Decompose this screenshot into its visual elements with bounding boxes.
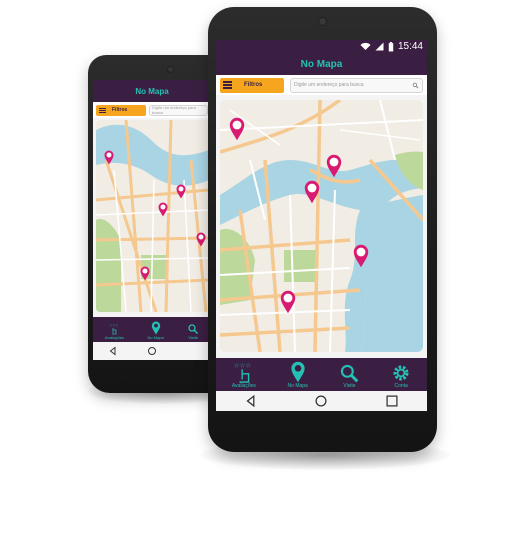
status-time: 15:44 bbox=[397, 41, 423, 52]
map-pin-shop[interactable] bbox=[326, 154, 342, 178]
map-graphic bbox=[220, 100, 423, 352]
back-nav-bar bbox=[93, 342, 211, 360]
rating-hand-icon: ☆☆☆ bbox=[234, 361, 251, 383]
back-tab-no-mapa[interactable]: No Mapa bbox=[148, 321, 164, 340]
back-map-pin-2[interactable] bbox=[158, 202, 168, 217]
back-search-input[interactable]: Digite um endereço para busca bbox=[149, 104, 208, 116]
map-pin-attraction[interactable] bbox=[304, 180, 320, 204]
menu-icon bbox=[223, 80, 232, 91]
map-pin-restaurant[interactable] bbox=[229, 117, 245, 141]
back-tab-visite[interactable]: Visite bbox=[187, 323, 199, 340]
search-icon[interactable] bbox=[412, 82, 419, 89]
status-bar: 15:44 bbox=[216, 40, 427, 53]
back-tab-label: No Mapa bbox=[147, 335, 164, 340]
map-pin-store[interactable] bbox=[280, 290, 296, 314]
menu-icon bbox=[99, 107, 106, 114]
back-phone-screen: No Mapa Filtros Digite um endereço para … bbox=[93, 80, 211, 360]
svg-text:☆☆☆: ☆☆☆ bbox=[234, 361, 251, 369]
tab-visite[interactable]: Visite bbox=[339, 363, 359, 389]
map-pin-icon bbox=[151, 321, 160, 335]
tab-label: Conta bbox=[394, 383, 408, 389]
system-nav-bar bbox=[216, 391, 427, 411]
tab-avaliacoes[interactable]: ☆☆☆ Avaliações bbox=[232, 361, 256, 389]
back-filter-button[interactable]: Filtros bbox=[96, 104, 146, 116]
search-placeholder: Digite um endereço para busca bbox=[294, 82, 364, 88]
tab-label: No Mapa bbox=[287, 383, 308, 389]
back-tab-bar: ☆☆☆ Avaliações No Mapa Visite bbox=[93, 317, 211, 342]
back-tab-avaliacoes[interactable]: ☆☆☆ Avaliações bbox=[104, 323, 125, 341]
app-header: No Mapa bbox=[216, 53, 427, 75]
back-search-placeholder: Digite um endereço para busca bbox=[152, 105, 196, 115]
back-map-pin-5[interactable] bbox=[140, 266, 150, 281]
gear-icon bbox=[393, 365, 409, 381]
tab-label: Visite bbox=[343, 383, 356, 389]
back-header-title: No Mapa bbox=[135, 86, 169, 96]
back-filter-row: Filtros Digite um endereço para busca bbox=[93, 102, 211, 118]
search-icon bbox=[188, 324, 199, 335]
filter-row: Filtros Digite um endereço para busca bbox=[216, 75, 427, 95]
home-nav-icon[interactable] bbox=[147, 346, 157, 356]
front-phone-camera bbox=[318, 17, 327, 26]
back-tab-label: Avaliações bbox=[104, 335, 125, 340]
page-title: No Mapa bbox=[300, 58, 343, 70]
wifi-icon bbox=[360, 42, 371, 50]
back-map-pin-4[interactable] bbox=[196, 232, 206, 247]
tab-conta[interactable]: Conta bbox=[391, 363, 411, 389]
map-pin-hotel[interactable] bbox=[353, 244, 369, 268]
back-tab-label: Visite bbox=[188, 335, 199, 340]
back-nav-icon[interactable] bbox=[244, 394, 258, 408]
back-nav-icon[interactable] bbox=[108, 346, 118, 356]
recents-nav-icon[interactable] bbox=[385, 394, 399, 408]
back-map-graphic bbox=[96, 120, 209, 312]
back-phone-camera bbox=[167, 66, 174, 73]
tab-no-mapa[interactable]: No Mapa bbox=[288, 361, 308, 389]
back-map[interactable] bbox=[96, 120, 209, 312]
back-header: No Mapa bbox=[93, 80, 211, 102]
tab-label: Avaliações bbox=[231, 383, 256, 389]
back-filter-label: Filtros bbox=[112, 107, 128, 113]
tab-bar: ☆☆☆ Avaliações No Mapa Visite Conta bbox=[216, 358, 427, 391]
home-nav-icon[interactable] bbox=[314, 394, 328, 408]
battery-icon bbox=[388, 41, 394, 51]
search-icon bbox=[341, 364, 359, 383]
filter-label: Filtros bbox=[244, 82, 263, 88]
map-pin-icon bbox=[291, 361, 305, 383]
filter-button[interactable]: Filtros bbox=[220, 77, 284, 93]
svg-text:☆☆☆: ☆☆☆ bbox=[109, 324, 118, 328]
front-phone-screen: 15:44 No Mapa Filtros Digite um endereço… bbox=[216, 40, 427, 411]
signal-icon bbox=[375, 42, 384, 51]
rating-hand-icon: ☆☆☆ bbox=[109, 324, 119, 335]
map-view[interactable] bbox=[220, 100, 423, 352]
back-map-pin-3[interactable] bbox=[176, 184, 186, 199]
back-map-pin-1[interactable] bbox=[104, 150, 114, 165]
search-input[interactable]: Digite um endereço para busca bbox=[290, 77, 423, 93]
